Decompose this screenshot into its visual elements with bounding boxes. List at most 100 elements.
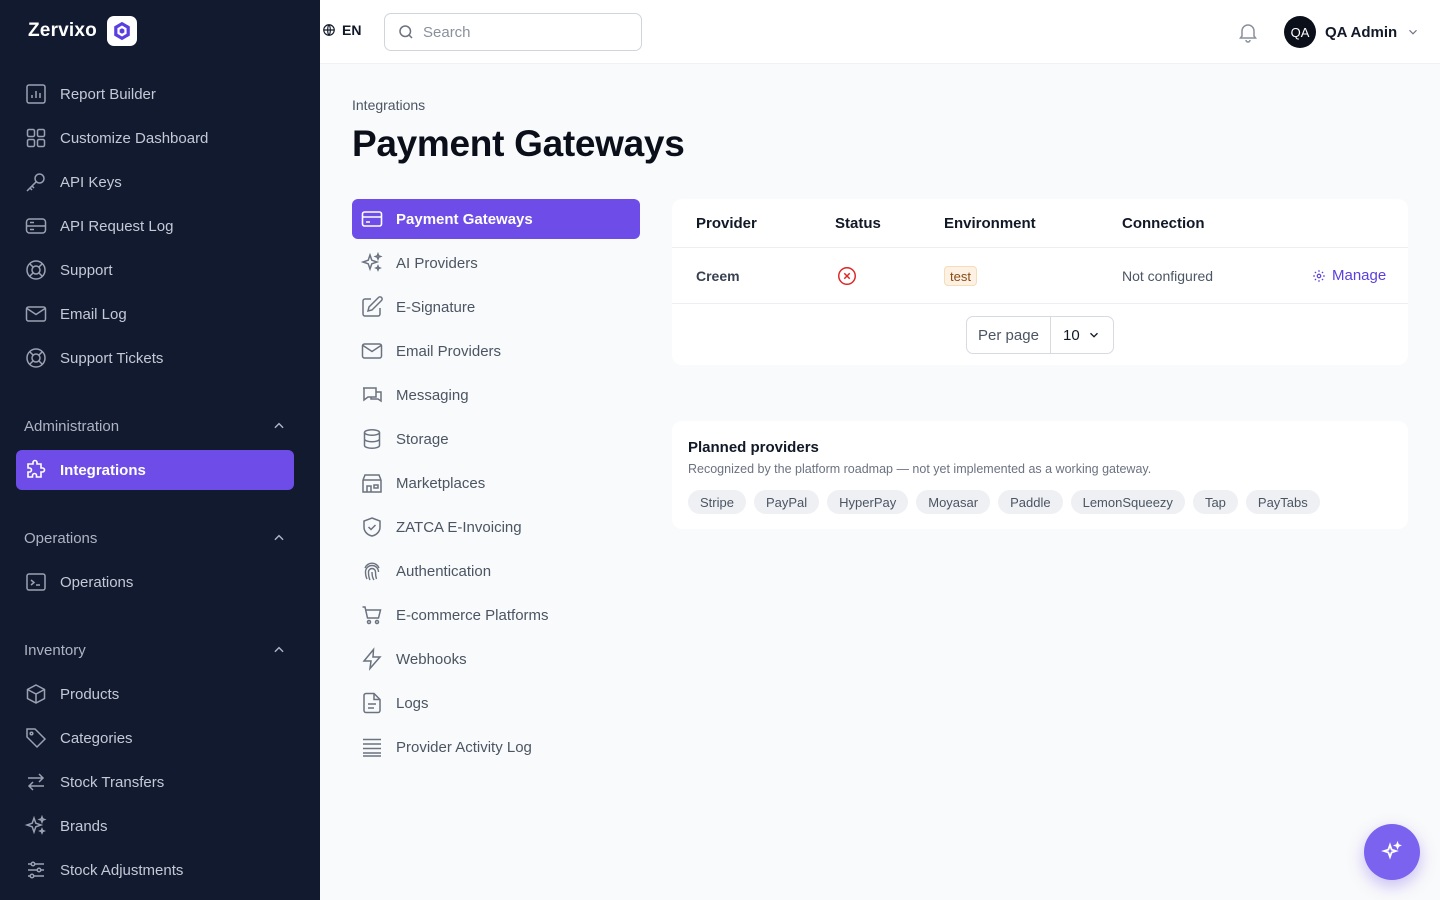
per-page-value[interactable]: 10 [1051,327,1113,344]
sidebar-item-label: Brands [60,817,108,835]
subnav-item-email-providers[interactable]: Email Providers [352,331,640,371]
section-title: Operations [24,529,98,547]
provider-chip: Moyasar [916,490,991,514]
subnav-item-label: AI Providers [396,254,478,272]
sparkles-icon [1380,840,1404,864]
divider [672,303,1408,304]
sidebar-item-label: Customize Dashboard [60,129,209,147]
key-icon [24,170,48,194]
user-menu[interactable]: QA QA Admin [1284,16,1420,48]
language-label: EN [342,22,362,38]
lifebuoy-icon [24,346,48,370]
subnav-item-label: Provider Activity Log [396,738,532,756]
column-header-connection: Connection [1122,215,1205,232]
per-page-label: Per page [967,317,1051,353]
subnav-item-logs[interactable]: Logs [352,683,640,723]
subnav-item-e-signature[interactable]: E-Signature [352,287,640,327]
connection-status: Not configured [1122,268,1214,284]
tag-icon [24,726,48,750]
provider-chip: PayPal [753,490,820,514]
column-header-provider: Provider [696,215,757,232]
sidebar-item-label: Stock Transfers [60,773,165,791]
section-title: Inventory [24,641,86,659]
sidebar-item-label: Report Builder [60,85,156,103]
sidebar-item-label: Operations [60,573,134,591]
app-name: Zervixo [28,20,97,41]
sidebar-item-support[interactable]: Support [16,250,294,290]
per-page-selected: 10 [1063,326,1080,344]
sidebar-item-label: Categories [60,729,133,747]
per-page-select[interactable]: Per page 10 [966,316,1114,354]
subnav-item-marketplaces[interactable]: Marketplaces [352,463,640,503]
subnav-item-storage[interactable]: Storage [352,419,640,459]
manage-label: Manage [1332,267,1387,284]
subnav-item-label: Marketplaces [396,474,486,492]
file-icon [360,691,384,715]
sidebar-item-api-keys[interactable]: API Keys [16,162,294,202]
sidebar-item-stock-adjustments[interactable]: Stock Adjustments [16,850,294,890]
shield-check-icon [360,515,384,539]
sidebar-item-brands[interactable]: Brands [16,806,294,846]
subnav-item-provider-activity-log[interactable]: Provider Activity Log [352,727,640,767]
server-icon [24,214,48,238]
planned-providers-card: Planned providers Recognized by the plat… [672,421,1408,529]
ai-assistant-button[interactable] [1364,824,1420,880]
payment-gateways-table: Provider Status Environment Connection C… [672,199,1408,365]
sidebar-item-support-tickets[interactable]: Support Tickets [16,338,294,378]
subnav-item-label: Email Providers [396,342,502,360]
section-administration[interactable]: Administration [24,414,286,438]
sidebar-item-label: Support [60,261,113,279]
sidebar-item-operations[interactable]: Operations [16,562,294,602]
manage-button[interactable]: Manage [1312,267,1386,284]
gear-icon [1312,269,1326,283]
brand[interactable]: Zervixo [28,16,137,46]
mail-icon [360,339,384,363]
subnav-item-label: ZATCA E-Invoicing [396,518,522,536]
list-icon [360,735,384,759]
column-header-environment: Environment [944,215,1036,232]
provider-chip: LemonSqueezy [1070,490,1185,514]
provider-chip: Stripe [688,490,746,514]
bell-icon[interactable] [1236,20,1260,44]
globe-icon [322,23,336,37]
subnav-item-label: Authentication [396,562,492,580]
error-status-icon [836,265,858,287]
provider-name: Creem [696,268,740,284]
subnav-item-label: E-Signature [396,298,476,316]
cart-icon [360,603,384,627]
section-title: Administration [24,417,120,435]
sidebar-item-integrations[interactable]: Integrations [16,450,294,490]
sidebar-item-stock-transfers[interactable]: Stock Transfers [16,762,294,802]
environment-badge: test [944,266,977,286]
subnav-item-label: Logs [396,694,429,712]
provider-chip: HyperPay [827,490,909,514]
search-box[interactable] [384,13,642,51]
subnav-item-e-commerce-platforms[interactable]: E-commerce Platforms [352,595,640,635]
sidebar-item-categories[interactable]: Categories [16,718,294,758]
sidebar-item-email-log[interactable]: Email Log [16,294,294,334]
subnav-item-messaging[interactable]: Messaging [352,375,640,415]
language-switcher[interactable]: EN [322,22,361,38]
grid-icon [24,126,48,150]
chevron-up-icon [272,531,286,545]
database-icon [360,427,384,451]
sidebar-item-label: Email Log [60,305,127,323]
provider-chip: Paddle [998,490,1063,514]
subnav-item-authentication[interactable]: Authentication [352,551,640,591]
sidebar-item-api-request-log[interactable]: API Request Log [16,206,294,246]
subnav-item-ai-providers[interactable]: AI Providers [352,243,640,283]
sidebar-item-products[interactable]: Products [16,674,294,714]
section-inventory[interactable]: Inventory [24,638,286,662]
user-name: QA Admin [1325,23,1398,41]
subnav-item-payment-gateways[interactable]: Payment Gateways [352,199,640,239]
search-input[interactable] [423,23,623,41]
subnav-item-label: E-commerce Platforms [396,606,549,624]
sidebar-item-customize-dashboard[interactable]: Customize Dashboard [16,118,294,158]
subnav-item-webhooks[interactable]: Webhooks [352,639,640,679]
section-operations[interactable]: Operations [24,526,286,550]
top-bar: EN QA QA Admin [320,0,1440,64]
box-icon [24,682,48,706]
breadcrumb[interactable]: Integrations [352,97,425,113]
subnav-item-zatca-e-invoicing[interactable]: ZATCA E-Invoicing [352,507,640,547]
sidebar-item-report-builder[interactable]: Report Builder [16,74,294,114]
